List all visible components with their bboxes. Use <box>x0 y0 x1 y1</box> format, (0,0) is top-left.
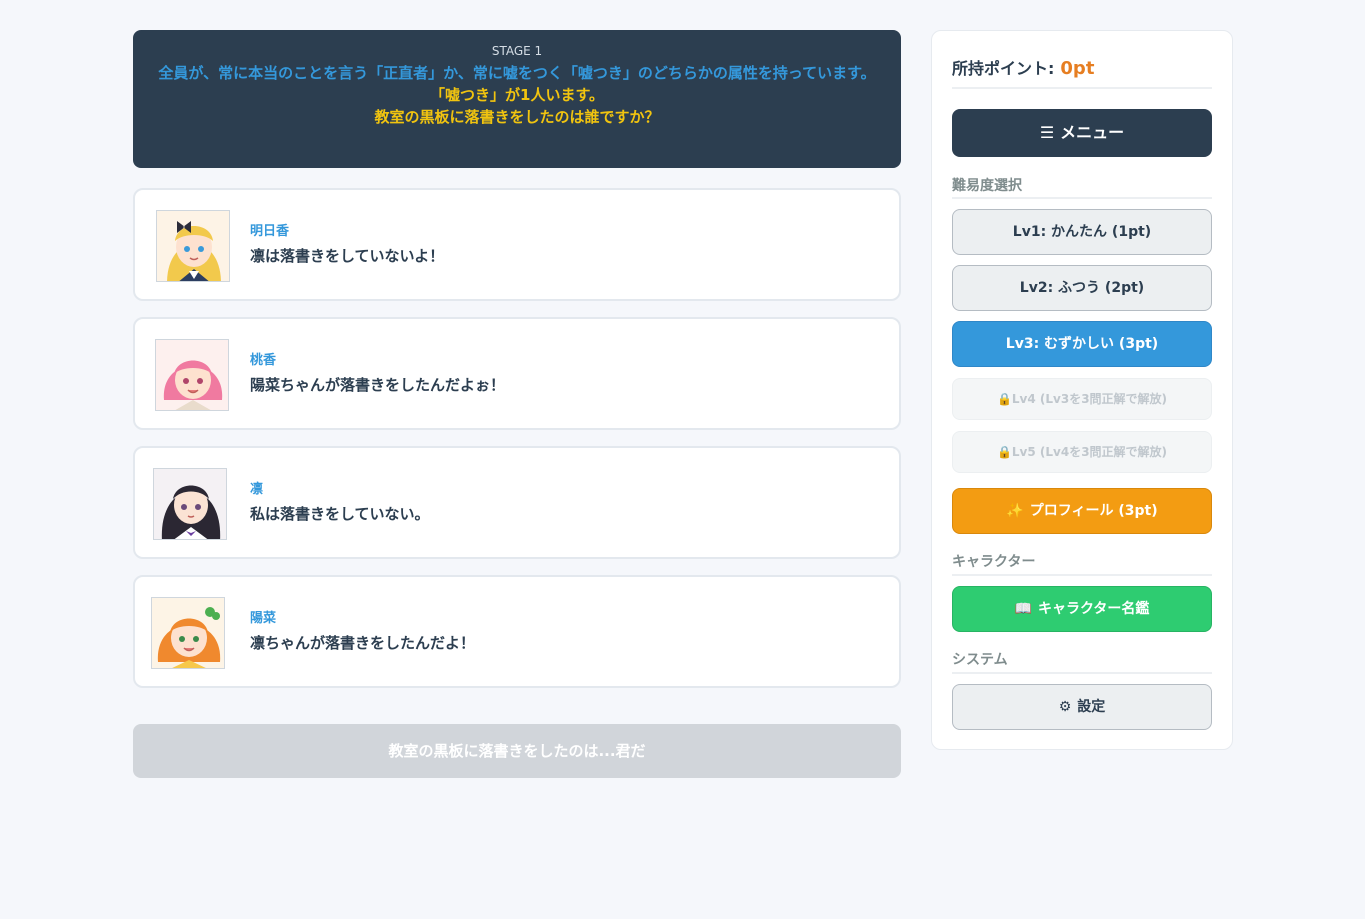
character-name: 明日香 <box>250 224 290 239</box>
gear-icon: ⚙ <box>1058 699 1072 715</box>
character-avatar-momoka <box>155 339 229 411</box>
lock-icon: 🔒 <box>996 445 1012 459</box>
level-5-label: Lv5 (Lv4を3問正解で解放) <box>1011 445 1168 459</box>
profile-label: プロフィール (3pt) <box>1029 503 1158 519</box>
character-card[interactable]: 凛 私は落書きをしていない。 <box>133 446 901 559</box>
sparkle-icon: ✨ <box>1006 503 1024 519</box>
character-card[interactable]: 明日香 凛は落書きをしていないよ！ <box>133 188 901 301</box>
difficulty-heading: 難易度選択 <box>952 178 1022 194</box>
character-card[interactable]: 桃香 陽菜ちゃんが落書きをしたんだよぉ！ <box>133 317 901 430</box>
question-liar-count: 「嘘つき」が1人います。 <box>430 86 604 104</box>
character-statement: 私は落書きをしていない。 <box>250 505 430 523</box>
answer-button[interactable]: 教室の黒板に落書きをしたのは...君だ <box>133 724 901 778</box>
level-1-button[interactable]: Lv1: かんたん (1pt) <box>952 209 1212 255</box>
question-prompt: 教室の黒板に落書きをしたのは誰ですか？ <box>374 108 660 126</box>
menu-icon: ☰ <box>1039 123 1055 142</box>
character-statement: 凛ちゃんが落書きをしたんだよ！ <box>250 634 476 652</box>
character-avatar-hina <box>151 597 225 669</box>
level-4-label: Lv4 (Lv3を3問正解で解放) <box>1011 392 1168 406</box>
profile-button[interactable]: ✨ プロフィール (3pt) <box>952 488 1212 534</box>
character-name: 凛 <box>250 482 264 497</box>
book-icon: 📖 <box>1014 601 1032 617</box>
character-avatar-rin <box>153 468 227 540</box>
divider <box>952 87 1212 89</box>
stage-label: STAGE 1 <box>491 44 543 58</box>
sidebar: 所持ポイント: 0pt ☰ メニュー 難易度選択 Lv1: かんたん (1pt) L… <box>931 30 1233 750</box>
character-name: 陽菜 <box>250 611 277 626</box>
points-value: 0pt <box>1060 58 1095 79</box>
character-dictionary-button[interactable]: 📖 キャラクター名鑑 <box>952 586 1212 632</box>
game-main: STAGE 1 全員が、常に本当のことを言う「正直者」か、常に嘘をつく「嘘つき」… <box>133 30 901 778</box>
question-rule-text: 全員が、常に本当のことを言う「正直者」か、常に嘘をつく「嘘つき」のどちらかの属性… <box>158 64 876 82</box>
lock-icon: 🔒 <box>996 392 1012 406</box>
settings-label: 設定 <box>1077 699 1106 715</box>
character-statement: 陽菜ちゃんが落書きをしたんだよぉ！ <box>250 376 506 394</box>
character-name: 桃香 <box>250 353 277 368</box>
level-4-button-locked[interactable]: 🔒Lv4 (Lv3を3問正解で解放) <box>952 378 1212 420</box>
divider <box>952 197 1212 199</box>
settings-button[interactable]: ⚙ 設定 <box>952 684 1212 730</box>
question-panel: STAGE 1 全員が、常に本当のことを言う「正直者」か、常に嘘をつく「嘘つき」… <box>133 30 901 168</box>
menu-button[interactable]: ☰ メニュー <box>952 109 1212 157</box>
divider <box>952 574 1212 576</box>
level-2-button[interactable]: Lv2: ふつう (2pt) <box>952 265 1212 311</box>
character-card[interactable]: 陽菜 凛ちゃんが落書きをしたんだよ！ <box>133 575 901 688</box>
character-avatar-asuka <box>156 210 230 282</box>
character-statement: 凛は落書きをしていないよ！ <box>250 247 445 265</box>
level-5-button-locked[interactable]: 🔒Lv5 (Lv4を3問正解で解放) <box>952 431 1212 473</box>
character-heading: キャラクター <box>952 554 1036 570</box>
points-display: 所持ポイント: 0pt <box>952 55 1094 79</box>
divider <box>952 672 1212 674</box>
dictionary-label: キャラクター名鑑 <box>1037 601 1150 617</box>
points-label: 所持ポイント: <box>952 59 1055 78</box>
system-heading: システム <box>952 652 1008 668</box>
menu-label: メニュー <box>1060 123 1125 142</box>
level-3-button[interactable]: Lv3: むずかしい (3pt) <box>952 321 1212 367</box>
